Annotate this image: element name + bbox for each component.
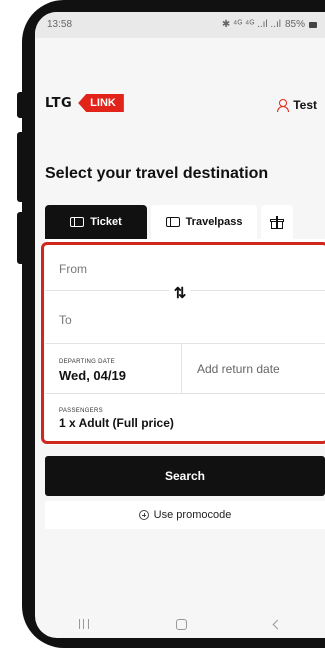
status-time: 13:58 bbox=[47, 19, 73, 30]
power-button bbox=[17, 132, 23, 202]
departing-date-field[interactable]: DEPARTING DATE Wed, 04/19 bbox=[45, 344, 182, 394]
to-placeholder: To bbox=[59, 313, 72, 327]
recents-icon[interactable] bbox=[78, 619, 89, 629]
dates-row: DEPARTING DATE Wed, 04/19 Add return dat… bbox=[45, 344, 325, 394]
passengers-value: 1 x Adult (Full price) bbox=[59, 416, 174, 430]
tab-travelpass[interactable]: Travelpass bbox=[151, 205, 257, 239]
battery-level: 85% bbox=[284, 19, 305, 30]
tab-ticket-label: Ticket bbox=[90, 216, 122, 228]
android-nav-bar bbox=[35, 610, 325, 638]
battery-icon bbox=[309, 21, 317, 28]
swap-stations-icon[interactable]: ⇅ bbox=[169, 282, 191, 304]
status-bar: 13:58 ✱ ⁴ᴳ ⁴ᴳ ..ıl ..ıl 85% bbox=[35, 12, 325, 38]
user-name: Test bbox=[293, 98, 317, 112]
signal-icons: ✱ ⁴ᴳ ⁴ᴳ ..ıl ..ıl bbox=[221, 19, 281, 30]
plus-circle-icon bbox=[138, 510, 149, 520]
ltg-link-logo[interactable]: LTG LINK bbox=[45, 94, 124, 112]
gift-icon bbox=[270, 215, 284, 229]
app-header: LTG LINK Test bbox=[35, 90, 325, 118]
status-icons: ✱ ⁴ᴳ ⁴ᴳ ..ıl ..ıl 85% bbox=[222, 19, 317, 30]
passengers-field[interactable]: PASSENGERS 1 x Adult (Full price) bbox=[45, 394, 325, 445]
user-account-button[interactable]: Test bbox=[276, 98, 317, 112]
promocode-label: Use promocode bbox=[153, 509, 232, 521]
back-icon[interactable] bbox=[272, 619, 283, 629]
return-date-placeholder: Add return date bbox=[197, 362, 280, 376]
ticket-icon bbox=[70, 217, 85, 227]
logo-ltg-text: LTG bbox=[45, 95, 73, 111]
travelpass-icon bbox=[165, 217, 180, 227]
return-date-field[interactable]: Add return date bbox=[182, 344, 325, 394]
departing-date-value: Wed, 04/19 bbox=[59, 368, 126, 383]
home-icon[interactable] bbox=[175, 618, 187, 630]
app-screen: 13:58 ✱ ⁴ᴳ ⁴ᴳ ..ıl ..ıl 85% LTG LINK Tes… bbox=[35, 12, 325, 638]
logo-link-text: LINK bbox=[78, 94, 124, 112]
ticket-type-tabs: Ticket Travelpass bbox=[45, 205, 293, 239]
side-button bbox=[17, 212, 23, 264]
page-title: Select your travel destination bbox=[45, 165, 269, 182]
tab-ticket[interactable]: Ticket bbox=[45, 205, 147, 239]
passengers-label: PASSENGERS bbox=[59, 408, 103, 414]
tab-travelpass-label: Travelpass bbox=[185, 216, 243, 228]
user-icon bbox=[276, 99, 290, 112]
tab-gift[interactable] bbox=[261, 205, 293, 239]
search-button[interactable]: Search bbox=[45, 456, 325, 496]
volume-button bbox=[17, 92, 23, 118]
use-promocode-button[interactable]: Use promocode bbox=[45, 501, 325, 529]
search-form: From To ⇅ DEPARTING DATE Wed, 04/19 Add … bbox=[45, 239, 325, 445]
from-placeholder: From bbox=[59, 262, 87, 276]
departing-date-label: DEPARTING DATE bbox=[59, 359, 115, 365]
